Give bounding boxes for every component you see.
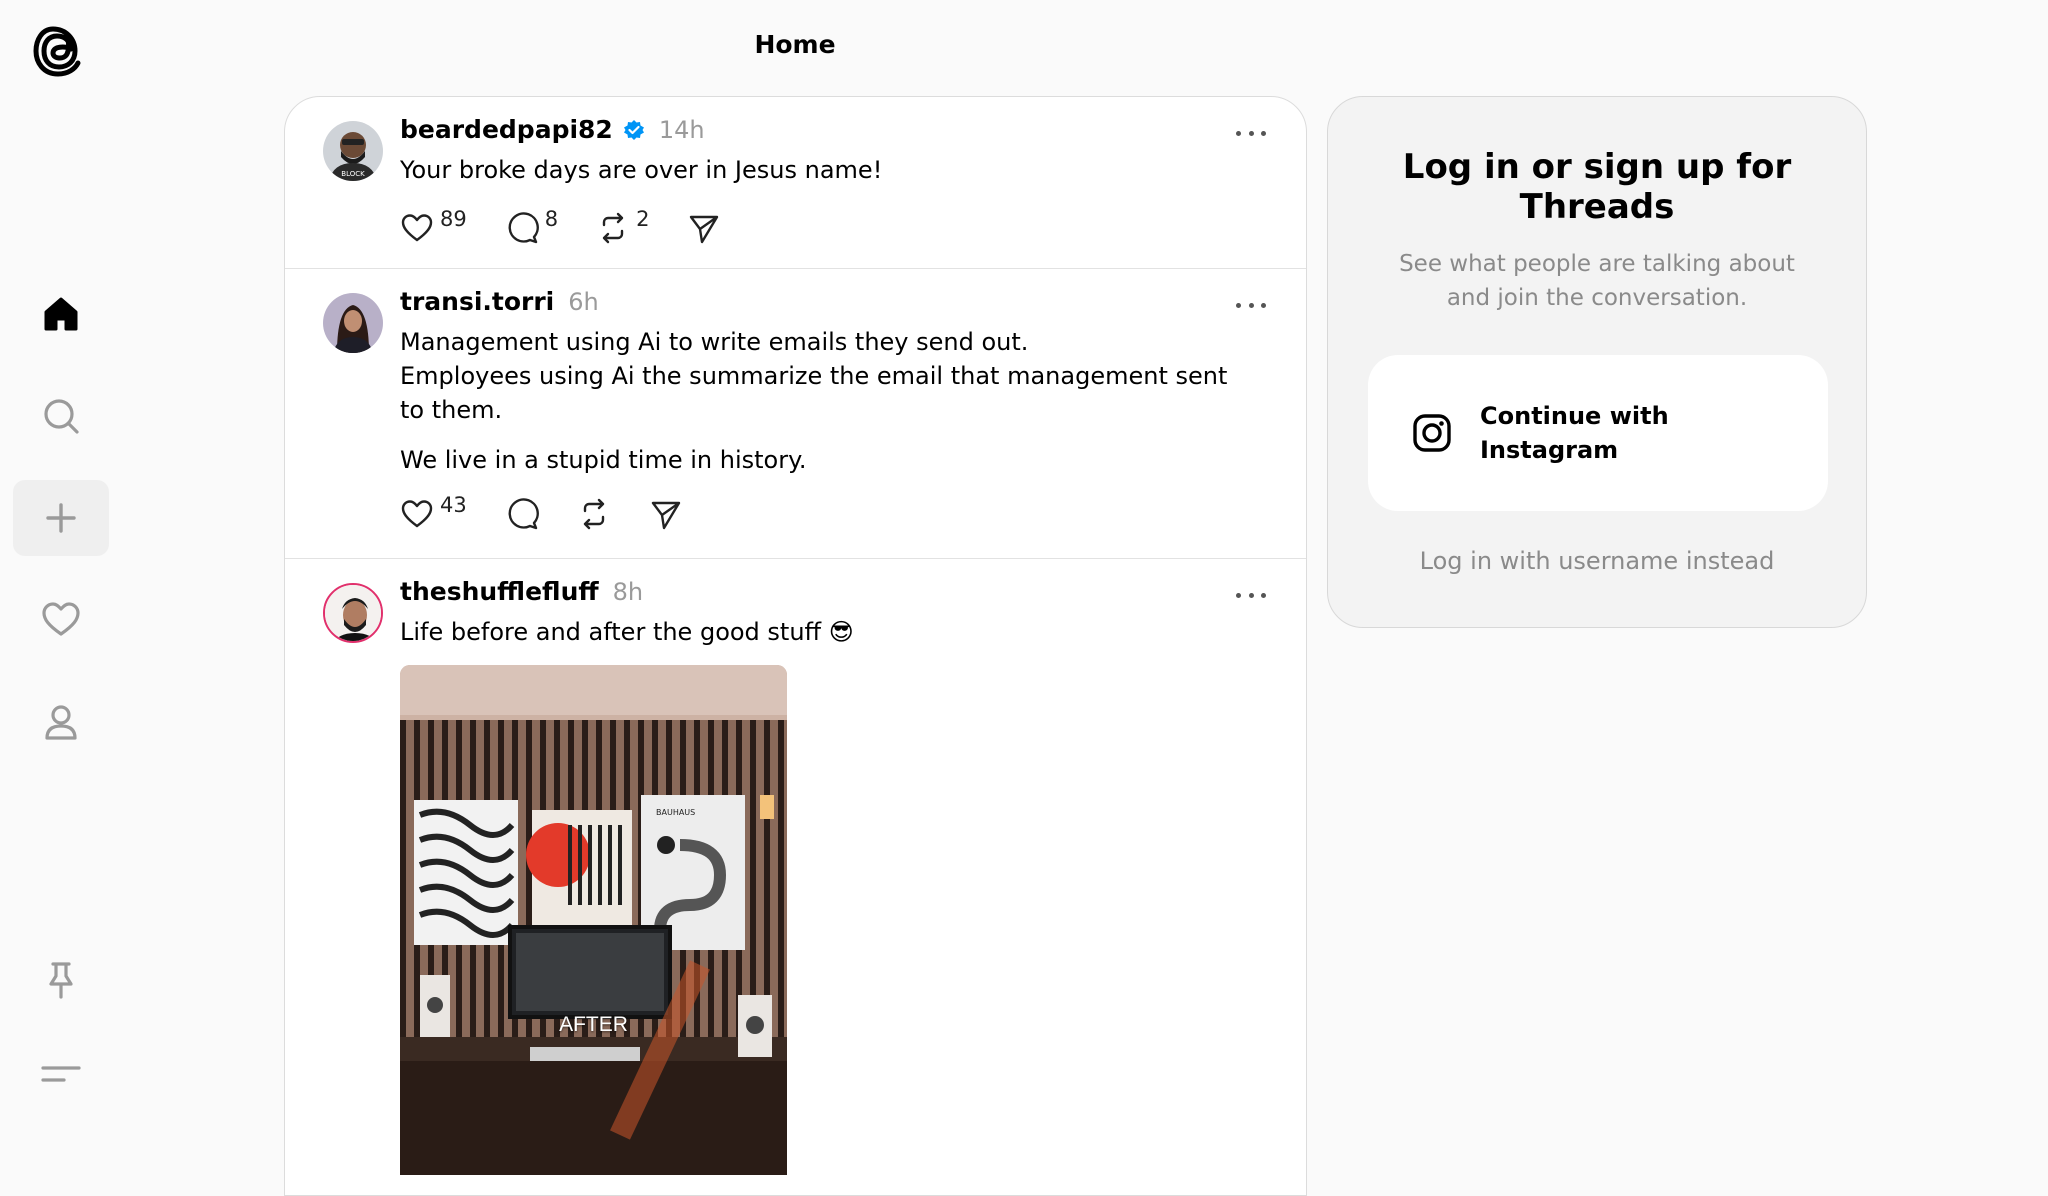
post-header: transi.torri 6h: [400, 287, 599, 316]
more-options-icon[interactable]: [1236, 585, 1266, 605]
post-text-line: Employees using Ai the summarize the ema…: [400, 362, 1228, 424]
home-icon: [44, 297, 78, 331]
post-image[interactable]: BAUHAUS AFTER: [400, 665, 787, 1175]
post-actions: 89 8 2: [400, 207, 759, 245]
login-subtitle: See what people are talking about and jo…: [1399, 251, 1795, 311]
share-button[interactable]: [687, 211, 721, 245]
instagram-icon: [1413, 414, 1451, 452]
send-icon: [651, 501, 680, 530]
reply-button[interactable]: [505, 497, 539, 531]
poster-text: BAUHAUS: [656, 808, 695, 817]
reply-button[interactable]: 8: [505, 207, 558, 245]
post[interactable]: BLOCK beardedpapi82 14h Your broke days …: [285, 97, 1306, 269]
sidebar-item-profile[interactable]: [13, 684, 109, 760]
post-text: Management using Ai to write emails they…: [400, 325, 1236, 477]
sidebar-item-activity[interactable]: [13, 582, 109, 658]
post[interactable]: transi.torri 6h Management using Ai to w…: [285, 269, 1306, 559]
repost-icon: [583, 498, 604, 530]
sidebar: [0, 0, 110, 1152]
page-title: Home: [754, 30, 836, 59]
image-caption: AFTER: [559, 1013, 628, 1036]
send-icon: [690, 215, 719, 244]
repost-button[interactable]: [577, 497, 611, 531]
login-card: Log in or sign up for Threads See what p…: [1327, 96, 1867, 628]
wall-slat: [400, 720, 406, 1040]
share-button[interactable]: [649, 497, 683, 531]
heart-icon: [401, 500, 433, 528]
username[interactable]: theshufflefluff: [400, 577, 599, 606]
post-text-line: Management using Ai to write emails they…: [400, 328, 1029, 356]
person-icon: [45, 705, 77, 740]
post-actions: 43: [400, 493, 721, 531]
like-button[interactable]: 89: [400, 207, 467, 245]
post-header: theshufflefluff 8h: [400, 577, 643, 606]
verified-badge-icon: [623, 119, 644, 140]
avatar[interactable]: [323, 583, 383, 643]
pin-icon: [49, 962, 73, 999]
post-text-line: We live in a stupid time in history.: [400, 446, 807, 474]
continue-with-instagram-button[interactable]: Continue with Instagram: [1368, 355, 1828, 511]
svg-text:BLOCK: BLOCK: [341, 170, 365, 178]
repost-icon: [602, 212, 624, 244]
menu-icon: [41, 1066, 81, 1082]
like-count: 89: [440, 207, 467, 231]
sidebar-item-search[interactable]: [13, 378, 109, 454]
username[interactable]: beardedpapi82: [400, 115, 613, 144]
wall-slat: [778, 720, 784, 1040]
post-time: 6h: [568, 288, 599, 316]
post-text: Life before and after the good stuff 😎: [400, 618, 854, 646]
instagram-button-label: Continue with Instagram: [1480, 402, 1669, 464]
repost-count: 2: [636, 207, 650, 231]
sidebar-item-pinned[interactable]: [13, 942, 109, 1018]
post-header: beardedpapi82 14h: [400, 115, 705, 144]
login-username-link[interactable]: Log in with username instead: [1328, 547, 1866, 575]
wall-slat: [764, 720, 770, 1040]
username[interactable]: transi.torri: [400, 287, 554, 316]
comment-icon: [508, 498, 539, 530]
heart-icon: [401, 214, 433, 242]
sidebar-item-create[interactable]: [13, 480, 109, 556]
sidebar-item-menu[interactable]: [13, 1036, 109, 1112]
desk-setup-photo: BAUHAUS: [400, 665, 787, 1175]
plus-icon: [46, 503, 76, 533]
login-title: Log in or sign up for Threads: [1402, 147, 1792, 227]
repost-button[interactable]: 2: [596, 207, 649, 245]
like-button[interactable]: 43: [400, 493, 467, 531]
more-options-icon[interactable]: [1236, 295, 1266, 315]
reply-count: 8: [544, 207, 559, 231]
search-icon: [44, 399, 79, 434]
avatar[interactable]: BLOCK: [323, 121, 383, 181]
heart-icon: [42, 602, 80, 636]
threads-logo-icon[interactable]: [33, 22, 87, 80]
comment-icon: [508, 212, 539, 244]
like-count: 43: [440, 493, 467, 517]
sidebar-item-home[interactable]: [13, 276, 109, 352]
post-time: 14h: [658, 116, 705, 144]
wall-slat: [750, 720, 756, 1040]
feed: BLOCK beardedpapi82 14h Your broke days …: [284, 96, 1307, 1196]
avatar[interactable]: [323, 293, 383, 353]
post[interactable]: theshufflefluff 8h Life before and after…: [285, 559, 1306, 1195]
post-time: 8h: [612, 578, 644, 606]
post-text: Your broke days are over in Jesus name!: [400, 156, 883, 184]
more-options-icon[interactable]: [1236, 123, 1266, 143]
